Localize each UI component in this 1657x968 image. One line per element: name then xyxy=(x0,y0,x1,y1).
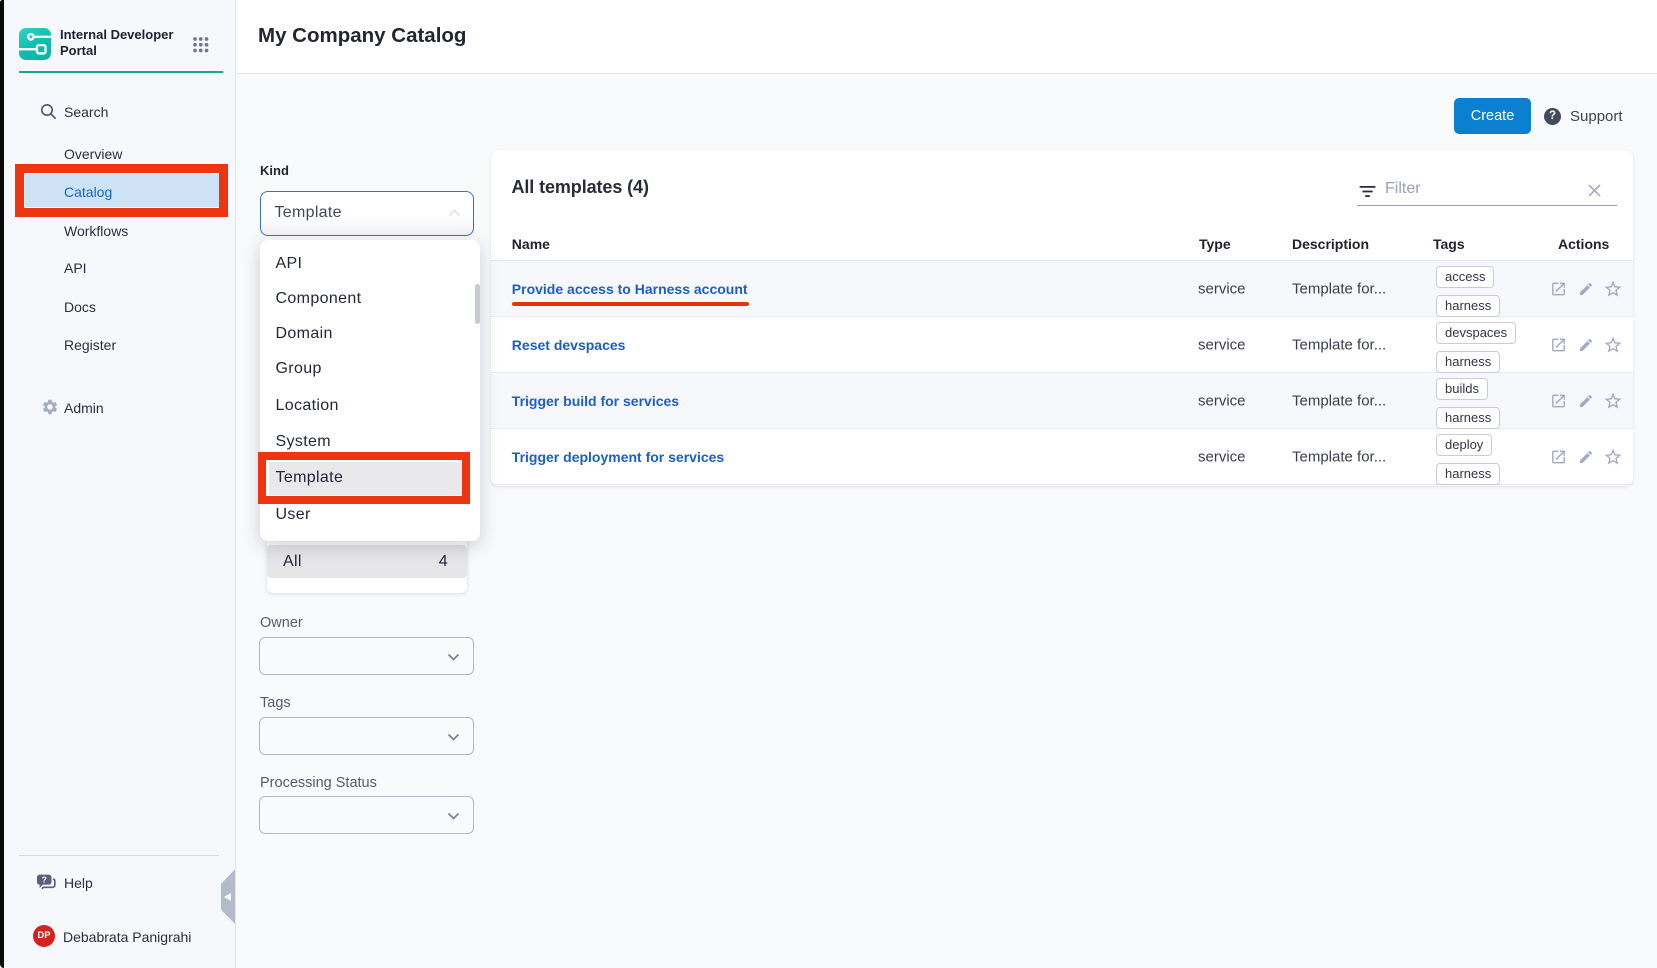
svg-text:?: ? xyxy=(42,875,47,885)
